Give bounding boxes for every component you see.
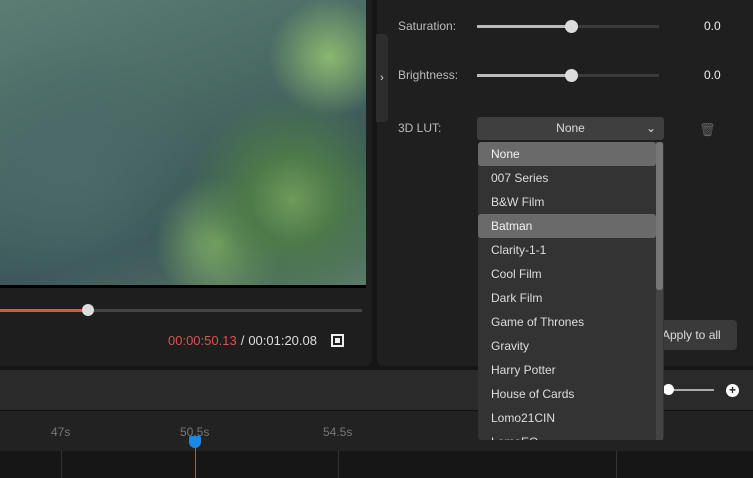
apply-to-all-button[interactable]: Apply to all [652, 320, 737, 350]
brightness-value: 0.0 [704, 68, 721, 82]
lut-option[interactable]: LomoEO [478, 430, 656, 440]
ruler-tick-label: 54.5s [323, 425, 353, 439]
scrollbar-thumb[interactable] [656, 142, 663, 290]
zoom-handle[interactable] [663, 384, 674, 395]
timeline-track[interactable] [0, 451, 753, 478]
dropdown-scrollbar[interactable] [656, 142, 663, 440]
playback-progress-bar[interactable] [0, 304, 362, 316]
saturation-value: 0.0 [704, 19, 721, 33]
total-time: 00:01:20.08 [248, 333, 317, 348]
current-time: 00:00:50.13 [168, 333, 237, 348]
lut-option[interactable]: 007 Series [478, 166, 656, 190]
slider-fill [477, 74, 571, 77]
time-display: 00:00:50.13 / 00:01:20.08 [168, 333, 344, 348]
lut-label: 3D LUT: [398, 121, 442, 135]
fullscreen-icon[interactable] [331, 334, 344, 347]
lut-option-none[interactable]: None [478, 142, 656, 166]
lut-select[interactable]: None ⌄ [477, 117, 664, 140]
lut-option[interactable]: Game of Thrones [478, 310, 656, 334]
zoom-in-plus-icon[interactable]: + [726, 384, 739, 397]
video-preview[interactable] [0, 0, 366, 288]
collapse-panel-button[interactable]: › [376, 34, 388, 122]
lut-option[interactable]: House of Cards [478, 382, 656, 406]
chevron-down-icon: ⌄ [645, 121, 656, 135]
lut-option-hovered[interactable]: Batman [478, 214, 656, 238]
playhead-handle[interactable] [189, 436, 201, 448]
progress-handle[interactable] [82, 304, 94, 316]
lut-option[interactable]: Lomo21CIN [478, 406, 656, 430]
slider-handle[interactable] [565, 20, 578, 33]
lut-dropdown-list[interactable]: None 007 Series B&W Film Batman Clarity-… [478, 142, 664, 440]
brightness-slider[interactable] [477, 69, 659, 82]
lut-option[interactable]: Cool Film [478, 262, 656, 286]
chevron-right-icon: › [380, 72, 384, 84]
lut-selected-value: None [556, 121, 585, 135]
time-separator: / [240, 333, 245, 348]
progress-fill [0, 309, 88, 312]
lut-option[interactable]: Harry Potter [478, 358, 656, 382]
lut-option[interactable]: Gravity [478, 334, 656, 358]
clip-divider [616, 451, 617, 478]
ruler-tick-label: 47s [51, 425, 71, 439]
saturation-label: Saturation: [398, 19, 457, 33]
lut-option[interactable]: B&W Film [478, 190, 656, 214]
slider-handle[interactable] [565, 69, 578, 82]
brightness-label: Brightness: [398, 68, 459, 82]
lut-option[interactable]: Dark Film [478, 286, 656, 310]
playhead-line [195, 446, 196, 478]
clip-divider [338, 451, 339, 478]
lut-option[interactable]: Clarity-1-1 [478, 238, 656, 262]
trash-icon[interactable]: 🗑 [699, 122, 716, 137]
slider-fill [477, 25, 571, 28]
timeline-zoom-slider[interactable] [663, 384, 714, 395]
saturation-slider[interactable] [477, 20, 659, 33]
clip-divider [61, 451, 62, 478]
